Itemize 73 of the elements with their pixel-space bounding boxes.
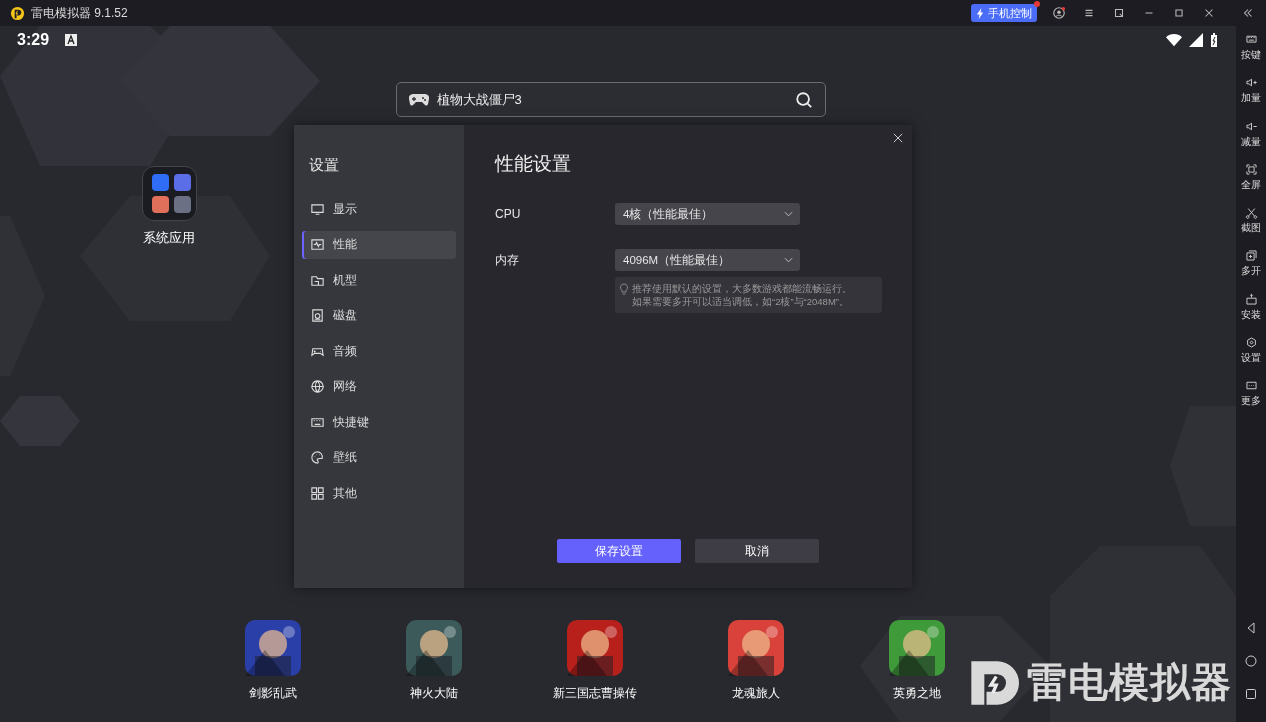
recents-icon[interactable] bbox=[1245, 688, 1257, 700]
hint-text: 如果需要多开可以适当调低，如“2核”与“2048M”。 bbox=[632, 295, 850, 308]
account-icon[interactable] bbox=[1052, 6, 1066, 20]
menu-item-icon bbox=[310, 308, 325, 323]
dropdown[interactable]: 4096M（性能最佳） bbox=[615, 249, 800, 271]
toolbar-button[interactable]: 全屏 bbox=[1241, 159, 1261, 204]
brand-name: 雷电模拟器 bbox=[1027, 659, 1232, 706]
app-label: 神火大陆 bbox=[409, 685, 458, 702]
folder-icon[interactable] bbox=[141, 166, 197, 221]
app-label: 英勇之地 bbox=[892, 685, 941, 702]
app-label: 新三国志曹操传 bbox=[552, 685, 637, 702]
multi-window-icon bbox=[1244, 249, 1258, 263]
home-icon[interactable] bbox=[1245, 655, 1257, 667]
settings-menu-item[interactable]: 显示 bbox=[302, 195, 456, 223]
settings-title: 设置 bbox=[309, 156, 340, 175]
chevron-icon bbox=[784, 257, 793, 263]
scissors-icon bbox=[1244, 206, 1258, 220]
search-field[interactable]: 植物大战僵尸3 bbox=[395, 82, 826, 117]
menu-item-icon bbox=[310, 237, 325, 252]
toolbar-button[interactable]: 设置 bbox=[1241, 333, 1261, 377]
cancel-button[interactable]: 取消 bbox=[695, 539, 819, 563]
lightning-icon bbox=[976, 7, 985, 19]
toolbar-button[interactable]: 截图 bbox=[1241, 203, 1261, 247]
settings-menu-item[interactable]: 快捷键 bbox=[302, 408, 456, 436]
wifi-icon bbox=[1166, 33, 1182, 47]
folder-label: 系统应用 bbox=[143, 229, 195, 247]
keyboard-indicator-icon bbox=[65, 34, 78, 46]
settings-menu-item[interactable]: 性能 bbox=[302, 230, 456, 259]
popout-icon[interactable] bbox=[1112, 6, 1126, 20]
bulb-icon bbox=[619, 283, 629, 295]
menu-item-icon bbox=[310, 485, 325, 501]
close-icon[interactable] bbox=[893, 133, 903, 143]
settings-menu-item[interactable]: 壁纸 bbox=[302, 443, 456, 472]
settings-menu-item[interactable]: 网络 bbox=[302, 372, 456, 401]
toolbar-button[interactable]: 更多 bbox=[1241, 376, 1261, 420]
toolbar-button[interactable]: 加量 bbox=[1241, 73, 1261, 117]
signal-icon bbox=[1188, 33, 1204, 47]
settings-icon bbox=[1244, 336, 1258, 350]
menu-item-icon bbox=[310, 450, 325, 465]
dropdown[interactable]: 4核（性能最佳） bbox=[615, 203, 800, 225]
field-label: CPU bbox=[495, 207, 522, 221]
back-icon[interactable] bbox=[1245, 622, 1257, 634]
settings-menu-item[interactable]: 磁盘 bbox=[302, 301, 456, 330]
toolbar-button[interactable]: 减量 bbox=[1241, 116, 1261, 160]
app-title: 雷电模拟器 9.1.52 bbox=[31, 4, 128, 22]
hint-text: 推荐使用默认的设置，大多数游戏都能流畅运行。 bbox=[632, 282, 852, 295]
toolbar-button[interactable]: 按键 bbox=[1241, 30, 1261, 74]
collapse-icon[interactable] bbox=[1241, 6, 1255, 20]
menu-item-icon bbox=[310, 201, 325, 217]
app-label: 剑影乱武 bbox=[248, 685, 297, 702]
maximize-icon[interactable] bbox=[1172, 6, 1186, 20]
gamepad-icon bbox=[408, 92, 429, 107]
settings-menu-item[interactable]: 机型 bbox=[302, 266, 456, 294]
keyboard-icon bbox=[1244, 33, 1258, 46]
toolbar-button[interactable]: 安装 bbox=[1241, 289, 1261, 334]
logo-icon bbox=[10, 5, 25, 21]
toolbar-button[interactable]: 多开 bbox=[1241, 246, 1261, 290]
page-heading: 性能设置 bbox=[495, 152, 572, 176]
volume-up-icon bbox=[1244, 76, 1258, 90]
fullscreen-icon bbox=[1244, 162, 1258, 176]
status-time: 3:29 bbox=[17, 31, 50, 49]
battery-icon bbox=[1210, 33, 1218, 47]
save-button[interactable]: 保存设置 bbox=[557, 539, 681, 563]
field-label: 内存 bbox=[495, 251, 520, 269]
settings-menu-item[interactable]: 音频 bbox=[302, 337, 456, 365]
install-icon bbox=[1244, 292, 1258, 306]
settings-menu-item[interactable]: 其他 bbox=[302, 479, 456, 507]
search-icon[interactable] bbox=[794, 90, 813, 109]
volume-down-icon bbox=[1244, 119, 1258, 133]
phone-control-button[interactable]: 手机控制 bbox=[971, 4, 1037, 22]
menu-item-icon bbox=[310, 379, 325, 394]
app-label: 龙魂旅人 bbox=[731, 685, 780, 702]
chevron-icon bbox=[784, 211, 793, 217]
